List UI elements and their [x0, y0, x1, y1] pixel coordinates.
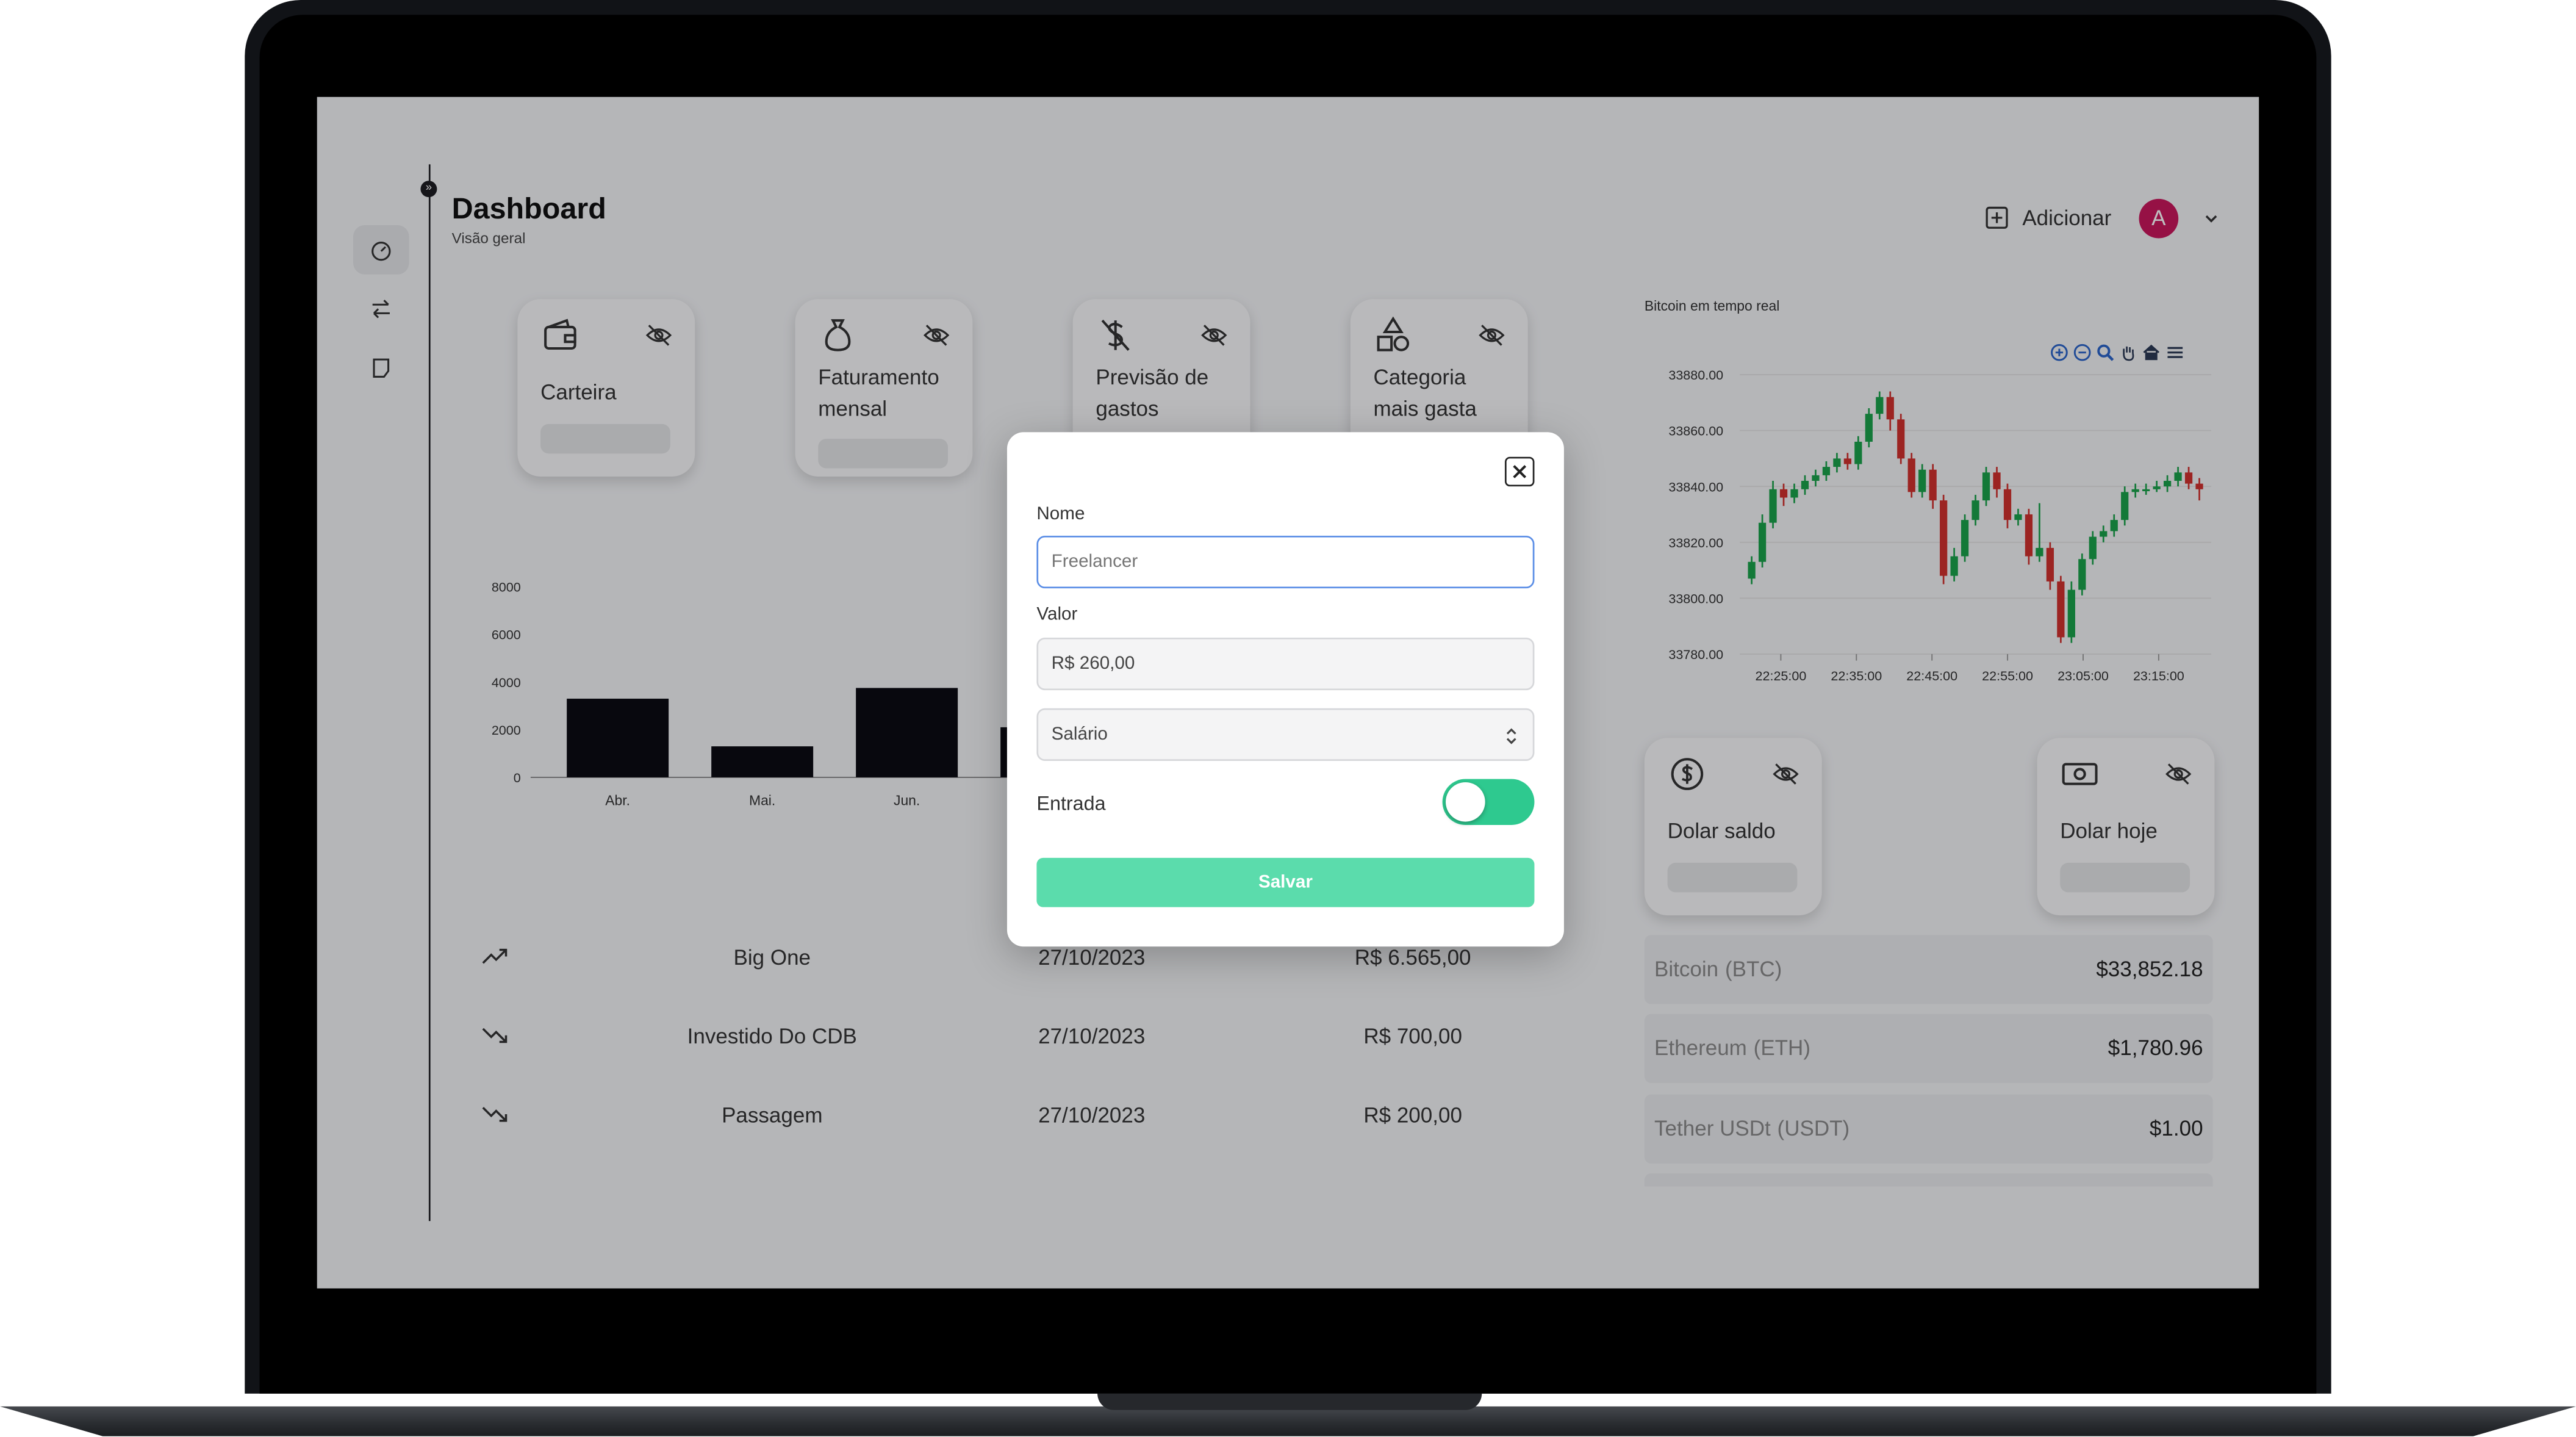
- categoria-select[interactable]: Salário: [1036, 708, 1535, 761]
- entrada-toggle[interactable]: [1442, 779, 1535, 825]
- entrada-label: Entrada: [1036, 792, 1106, 815]
- categoria-selected-value: Salário: [1051, 724, 1108, 745]
- laptop-mockup: » Dashboard Visão geral Adicionar A Cart…: [0, 0, 2576, 1436]
- toggle-knob: [1446, 782, 1485, 822]
- close-icon: [1513, 465, 1527, 478]
- valor-label: Valor: [1036, 605, 1078, 625]
- nome-label: Nome: [1036, 504, 1085, 525]
- close-button[interactable]: [1504, 456, 1535, 487]
- laptop-notch: [1097, 1393, 1482, 1410]
- select-arrows-icon: [1506, 728, 1516, 744]
- nome-input[interactable]: [1036, 535, 1535, 589]
- app-screen: » Dashboard Visão geral Adicionar A Cart…: [317, 96, 2259, 1289]
- add-transaction-modal: Nome Valor R$ 260,00 Salário Entrada Sal…: [1006, 432, 1564, 947]
- save-button[interactable]: Salvar: [1036, 857, 1535, 907]
- valor-input[interactable]: R$ 260,00: [1036, 637, 1535, 691]
